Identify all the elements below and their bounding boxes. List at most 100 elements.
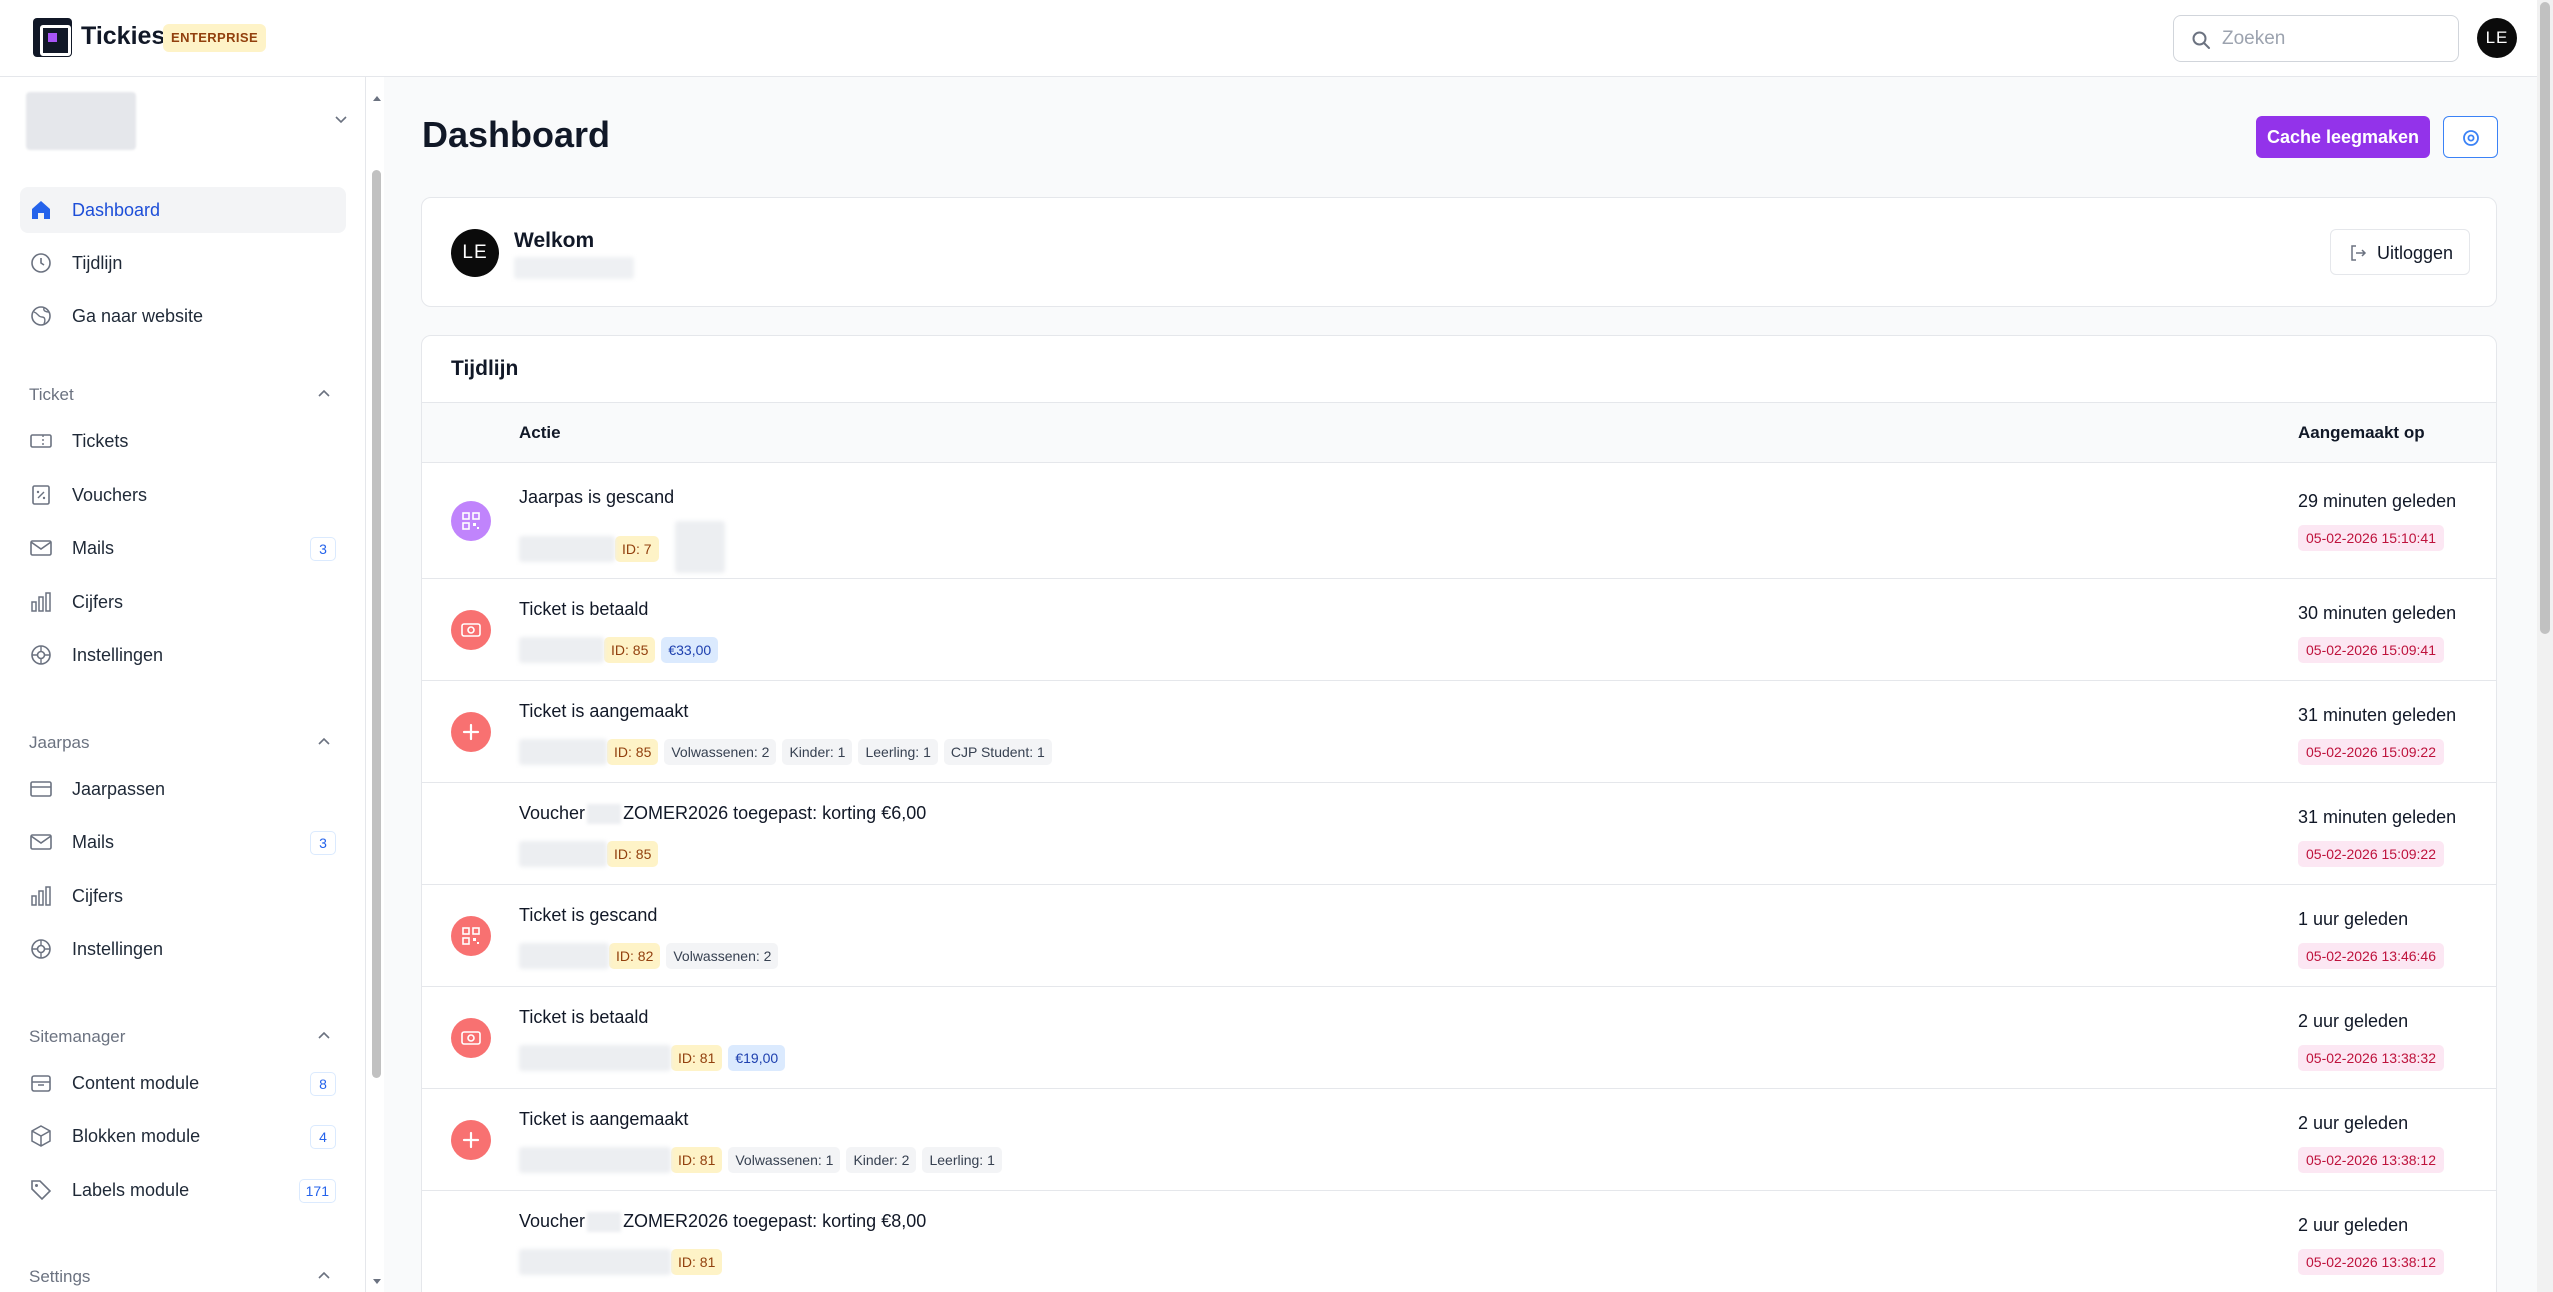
timeline-row[interactable]: Voucher ZOMER2026 toegepast: korting €8,0… <box>422 1191 2496 1292</box>
sidebar-item-label: Mails <box>72 538 115 558</box>
relative-time: 1 uur geleden <box>2298 909 2409 929</box>
search-input[interactable] <box>2222 16 2452 61</box>
sidebar-item-content-module[interactable]: Content module 8 <box>20 1060 346 1106</box>
count-badge: 4 <box>310 1125 336 1149</box>
count-badge: 3 <box>310 537 336 561</box>
timestamp-badge: 05-02-2026 13:38:12 <box>2298 1249 2444 1275</box>
edition-badge: ENTERPRISE <box>163 24 267 52</box>
column-header-created[interactable]: Aangemaakt op <box>2298 423 2425 443</box>
clear-cache-button[interactable]: Cache leegmaken <box>2256 116 2430 158</box>
chart-icon <box>31 885 51 906</box>
sidebar-item-mails[interactable]: Mails 3 <box>20 525 346 571</box>
sidebar-item-tickets[interactable]: Tickets <box>20 418 346 464</box>
count-badge: 3 <box>310 831 336 855</box>
relative-time: 2 uur geleden <box>2298 1011 2409 1031</box>
section-header-ticket[interactable]: Ticket <box>29 385 74 405</box>
window-scroll-thumb[interactable] <box>2540 2 2550 634</box>
timeline-tags: ID: 7 <box>519 521 725 573</box>
sidebar-item-label: Ga naar website <box>72 306 204 326</box>
brand-name[interactable]: Tickies <box>81 22 165 51</box>
sidebar-scroll-thumb[interactable] <box>372 170 381 1078</box>
gear-icon <box>2463 130 2479 146</box>
redacted-customer <box>519 1147 671 1173</box>
timeline-action-title: Voucher ZOMER2026 toegepast: korting €8,0… <box>519 1211 926 1233</box>
sidebar-item-label: Labels module <box>72 1179 190 1200</box>
sidebar-item-instellingen[interactable]: Instellingen <box>20 926 346 972</box>
sidebar-item-instellingen[interactable]: Instellingen <box>20 632 346 678</box>
count-badge: 171 <box>298 1178 336 1203</box>
chevron-up-icon[interactable] <box>316 734 332 750</box>
ticket-icon <box>30 434 52 448</box>
tag-id: ID: 85 <box>604 637 656 663</box>
redacted-customer <box>519 536 615 562</box>
settings-button[interactable] <box>2443 116 2498 158</box>
tag-grey: CJP Student: 1 <box>943 739 1052 765</box>
timeline-row[interactable]: Voucher ZOMER2026 toegepast: korting €6,0… <box>422 783 2496 885</box>
logout-label: Uitloggen <box>2377 243 2454 263</box>
sidebar: Dashboard Tijdlijn Ga naar website Ticket Ti… <box>0 77 366 1292</box>
search-box[interactable] <box>2173 15 2459 62</box>
sidebar-item-dashboard[interactable]: Dashboard <box>20 187 346 233</box>
chevron-down-icon[interactable] <box>333 111 349 127</box>
sidebar-item-mails[interactable]: Mails 3 <box>20 819 346 865</box>
tag-id: ID: 81 <box>671 1147 723 1173</box>
page-title: Dashboard <box>422 114 611 155</box>
chevron-up-icon[interactable] <box>316 1268 332 1284</box>
timeline-row[interactable]: Ticket is aangemaakt ID: 85 Volwassenen: 2… <box>422 681 2496 783</box>
sidebar-item-cijfers[interactable]: Cijfers <box>20 873 346 919</box>
voucher-prefix: Voucher <box>519 1211 586 1231</box>
scroll-down-arrow-icon[interactable] <box>371 1275 383 1287</box>
settings-icon <box>31 645 51 665</box>
scroll-up-arrow-icon[interactable] <box>371 93 383 105</box>
tag-grey: Volwassenen: 2 <box>666 943 779 969</box>
sidebar-item-tijdlijn[interactable]: Tijdlijn <box>20 240 346 286</box>
tag-id: ID: 85 <box>607 739 659 765</box>
column-header-action[interactable]: Actie <box>519 423 561 443</box>
sidebar-item-vouchers[interactable]: Vouchers <box>20 472 346 518</box>
tickies-logo-icon[interactable] <box>33 18 72 57</box>
redacted-customer <box>519 637 604 663</box>
timestamp-badge: 05-02-2026 13:38:32 <box>2298 1045 2444 1071</box>
timeline-row[interactable]: Ticket is gescand ID: 82 Volwassenen: 2 1 u… <box>422 885 2496 987</box>
timeline-row[interactable]: Ticket is betaald ID: 81 €19,00 2 uur geled… <box>422 987 2496 1089</box>
timeline-action-title: Voucher ZOMER2026 toegepast: korting €6,0… <box>519 803 926 825</box>
redacted-image <box>674 521 725 573</box>
timeline-row[interactable]: Jaarpas is gescand ID: 7 29 minuten gelede… <box>422 463 2496 579</box>
timeline-row[interactable]: Ticket is betaald ID: 85 €33,00 30 minuten … <box>422 579 2496 681</box>
tag-grey: Kinder: 1 <box>782 739 853 765</box>
sidebar-item-ga-naar-website[interactable]: Ga naar website <box>20 293 346 339</box>
tag-id: ID: 81 <box>671 1249 723 1275</box>
tag-id: ID: 81 <box>671 1045 723 1071</box>
timeline-action-title: Ticket is aangemaakt <box>519 701 689 721</box>
redacted-customer <box>519 1045 671 1071</box>
timeline-action-title: Ticket is betaald <box>519 599 649 619</box>
timeline-action-title: Ticket is betaald <box>519 1007 649 1027</box>
organization-selector[interactable] <box>26 92 136 150</box>
user-avatar[interactable]: LE <box>2477 18 2517 58</box>
chevron-up-icon[interactable] <box>316 1028 332 1044</box>
timestamp-badge: 05-02-2026 15:09:22 <box>2298 739 2444 765</box>
relative-time: 31 minuten geleden <box>2298 705 2457 725</box>
section-header-settings[interactable]: Settings <box>29 1267 90 1287</box>
qr-icon <box>451 916 491 956</box>
sidebar-item-cijfers[interactable]: Cijfers <box>20 579 346 625</box>
timeline-row[interactable]: Ticket is aangemaakt ID: 81 Volwassenen: 1… <box>422 1089 2496 1191</box>
chevron-up-icon[interactable] <box>316 386 332 402</box>
section-header-jaarpas[interactable]: Jaarpas <box>29 733 89 753</box>
sidebar-item-blokken-module[interactable]: Blokken module 4 <box>20 1113 346 1159</box>
sidebar-item-label: Blokken module <box>72 1126 201 1146</box>
relative-time: 31 minuten geleden <box>2298 807 2457 827</box>
sidebar-item-label: Instellingen <box>72 645 164 665</box>
relative-time: 2 uur geleden <box>2298 1113 2409 1133</box>
timeline-action-title: Ticket is gescand <box>519 905 658 925</box>
logout-button[interactable]: Uitloggen <box>2330 229 2470 275</box>
section-header-sitemanager[interactable]: Sitemanager <box>29 1027 125 1047</box>
timeline-tags: ID: 85 €33,00 <box>519 637 719 663</box>
sidebar-item-jaarpassen[interactable]: Jaarpassen <box>20 766 346 812</box>
sidebar-item-labels-module[interactable]: Labels module 171 <box>20 1167 346 1213</box>
timeline-tags: ID: 81 €19,00 <box>519 1045 786 1071</box>
sidebar-item-label: Jaarpassen <box>72 778 166 799</box>
settings-icon <box>31 939 51 959</box>
money-icon <box>451 610 491 650</box>
welcome-username-redacted <box>514 257 634 279</box>
